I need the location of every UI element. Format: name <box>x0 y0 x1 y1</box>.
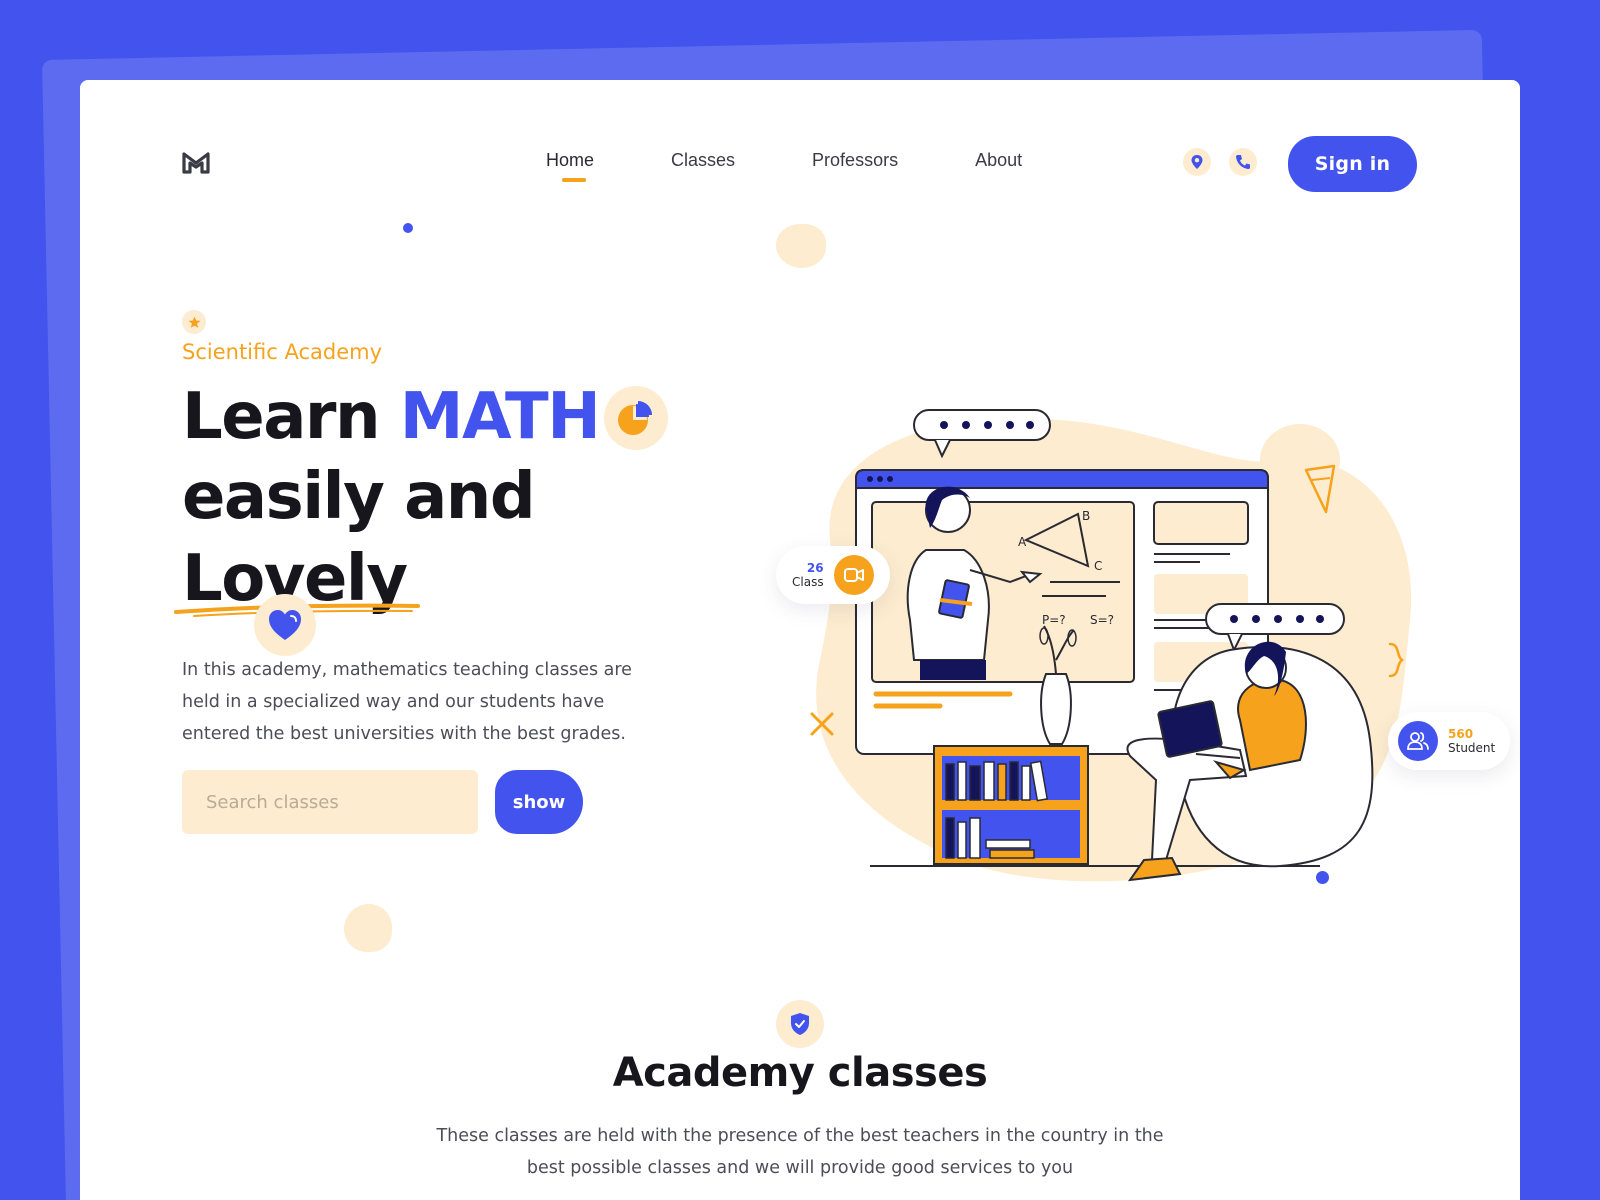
class-count-text: 26 Class <box>792 561 824 589</box>
star-icon <box>188 316 200 328</box>
nav-professors[interactable]: Professors <box>812 150 898 171</box>
show-button[interactable]: show <box>495 770 583 834</box>
hero-title-line2: easily and <box>182 460 536 534</box>
board-label-b: B <box>1082 509 1090 523</box>
nav-about[interactable]: About <box>975 150 1022 171</box>
shield-check-icon <box>791 1013 809 1035</box>
main-nav: Home Classes Professors About <box>546 150 1099 182</box>
student-count-text: 560 Student <box>1448 727 1495 755</box>
section-title: Academy classes <box>612 1050 988 1096</box>
student-count-badge: 560 Student <box>1388 712 1510 770</box>
location-button[interactable] <box>1183 148 1211 176</box>
class-label: Class <box>792 575 824 589</box>
class-count: 26 <box>806 561 824 575</box>
users-icon-circle <box>1398 721 1438 761</box>
page-card: Home Classes Professors About Sign in Sc… <box>80 80 1520 1200</box>
board-formula-s: S=? <box>1090 613 1114 627</box>
board-label-c: C <box>1094 559 1102 573</box>
location-icon <box>1191 155 1203 169</box>
heart-badge <box>254 594 316 656</box>
student-label: Student <box>1448 741 1496 755</box>
hero-eyebrow: Scientific Academy <box>182 340 383 364</box>
student-count: 560 <box>1448 727 1474 741</box>
star-badge <box>182 310 206 334</box>
hero-title-line1: Learn MATH <box>182 380 601 454</box>
board-formula-p: P=? <box>1042 613 1066 627</box>
decor-dot <box>403 223 413 233</box>
phone-icon <box>1235 155 1250 170</box>
pie-chart-icon <box>618 401 652 435</box>
heart-icon <box>269 610 301 640</box>
class-count-badge: 26 Class <box>776 546 890 604</box>
hero-title-prefix: Learn <box>182 380 400 454</box>
classroom-illustration: A B C P=? S=? <box>810 409 1412 882</box>
logo-icon[interactable] <box>182 151 210 175</box>
video-icon-circle <box>833 555 874 595</box>
hero-illustration: A B C P=? S=? 26 Class 560 Student <box>760 360 1510 940</box>
board-label-a: A <box>1018 535 1027 549</box>
phone-button[interactable] <box>1229 148 1257 176</box>
decor-blob <box>344 904 392 952</box>
video-icon <box>843 568 864 582</box>
hero-title-accent: MATH <box>399 380 601 454</box>
search-input[interactable] <box>182 770 478 834</box>
nav-home[interactable]: Home <box>546 150 594 182</box>
pie-badge <box>604 386 668 450</box>
users-icon <box>1407 732 1429 750</box>
section-description: These classes are held with the presence… <box>436 1126 1164 1178</box>
signin-button[interactable]: Sign in <box>1288 136 1417 192</box>
nav-classes[interactable]: Classes <box>671 150 735 171</box>
shield-badge <box>776 1000 824 1048</box>
hero-description: In this academy, mathematics teaching cl… <box>182 660 632 744</box>
decor-blob <box>776 224 826 268</box>
